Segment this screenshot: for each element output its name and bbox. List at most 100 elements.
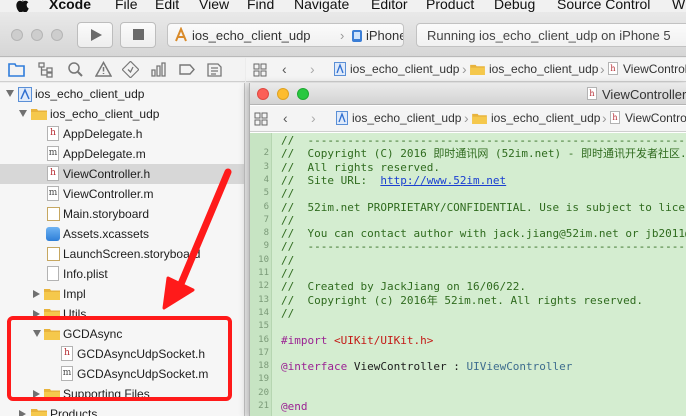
jump-bar-file[interactable]: ViewControlle xyxy=(623,62,686,76)
code-line: // xyxy=(281,307,294,320)
menu-editor[interactable]: Editor xyxy=(371,0,408,12)
tree-item-file[interactable]: h AppDelegate.h xyxy=(0,124,244,144)
scheme-separator: › xyxy=(340,28,345,43)
close-window-button[interactable] xyxy=(11,29,23,41)
line-number-gutter: 2 3 4 5 6 7 8 9 10 11 12 13 14 15 16 17 18 19 20 21 xyxy=(250,133,272,416)
code-line: // Site URL: http://www.52im.net xyxy=(281,174,506,187)
activity-status: Running ios_echo_client_udp on iPhone 5 xyxy=(416,23,686,47)
disclosure-closed-icon[interactable] xyxy=(33,290,40,298)
tree-item-group[interactable]: Utils xyxy=(0,304,244,324)
tree-item-group[interactable]: ios_echo_client_udp xyxy=(0,104,244,124)
line-number: 12 xyxy=(258,281,269,292)
forward-arrow-icon[interactable]: › xyxy=(311,110,316,126)
disclosure-closed-icon[interactable] xyxy=(33,390,40,398)
toolbar: ios_echo_client_udp › iPhone 5 Running i… xyxy=(0,12,686,57)
tree-item-label: GCDAsyncUdpSocket.m xyxy=(77,367,209,381)
related-items-icon[interactable] xyxy=(254,112,268,126)
tree-item-group[interactable]: Supporting Files xyxy=(0,384,244,404)
code-token: @end xyxy=(281,400,308,413)
back-arrow-icon[interactable]: ‹ xyxy=(283,110,288,126)
menu-source-control[interactable]: Source Control xyxy=(557,0,650,12)
tree-item-group[interactable]: Impl xyxy=(0,284,244,304)
code-string: <UIKit/UIKit.h> xyxy=(333,333,434,347)
zoom-window-button[interactable] xyxy=(51,29,63,41)
source-code-editor[interactable]: 2 3 4 5 6 7 8 9 10 11 12 13 14 15 16 17 18 19 20 21 // ----… xyxy=(250,133,686,416)
disclosure-open-icon[interactable] xyxy=(6,90,14,97)
breadcrumb-chevron-icon: › xyxy=(464,110,469,126)
tree-item-file[interactable]: h GCDAsyncUdpSocket.h xyxy=(0,344,244,364)
scheme-selector[interactable]: ios_echo_client_udp › iPhone 5 xyxy=(167,23,404,47)
find-navigator-icon[interactable] xyxy=(67,61,84,78)
tree-item-label: Supporting Files xyxy=(63,387,150,401)
menu-product[interactable]: Product xyxy=(426,0,474,12)
scheme-name: ios_echo_client_udp xyxy=(192,28,311,43)
report-navigator-icon[interactable] xyxy=(206,61,223,78)
menu-debug[interactable]: Debug xyxy=(494,0,535,12)
stop-button[interactable] xyxy=(120,22,156,48)
tree-item-label: Main.storyboard xyxy=(63,207,150,221)
zoom-window-button[interactable] xyxy=(297,88,309,100)
close-window-button[interactable] xyxy=(257,88,269,100)
code-token: @interface xyxy=(281,360,348,374)
editor-window-titlebar: h ViewController xyxy=(250,83,686,105)
tree-item-file[interactable]: Info.plist xyxy=(0,264,244,284)
related-items-icon[interactable] xyxy=(253,63,267,77)
jump-bar-group[interactable]: ios_echo_client_udp xyxy=(491,111,600,125)
debug-navigator-icon[interactable] xyxy=(150,61,167,78)
disclosure-closed-icon[interactable] xyxy=(19,410,26,416)
minimize-window-button[interactable] xyxy=(31,29,43,41)
tree-item-file-selected[interactable]: h ViewController.h xyxy=(0,164,244,184)
back-arrow-icon[interactable]: ‹ xyxy=(282,61,287,77)
editor-window: h ViewController ‹ › ios_echo_client_udp… xyxy=(249,83,686,416)
breakpoint-navigator-icon[interactable] xyxy=(178,61,195,78)
jump-bar-project[interactable]: ios_echo_client_udp xyxy=(350,62,459,76)
tree-item-file[interactable]: m GCDAsyncUdpSocket.m xyxy=(0,364,244,384)
project-navigator-icon[interactable] xyxy=(8,61,25,78)
menu-navigate[interactable]: Navigate xyxy=(294,0,349,12)
header-file-icon: h xyxy=(47,166,59,181)
tree-item-label: Products xyxy=(50,407,98,416)
xcode-app-icon xyxy=(175,27,187,42)
menu-find[interactable]: Find xyxy=(247,0,274,12)
folder-icon xyxy=(31,109,47,120)
tree-item-file[interactable]: LaunchScreen.storyboard xyxy=(0,244,244,264)
tree-item-group[interactable]: Products xyxy=(0,404,244,416)
tree-item-label: Info.plist xyxy=(63,267,108,281)
iphone-device-icon xyxy=(352,30,362,42)
code-link[interactable]: http://www.52im.net xyxy=(380,174,506,187)
forward-arrow-icon[interactable]: › xyxy=(310,61,315,77)
header-file-icon: h xyxy=(587,87,597,100)
menu-file[interactable]: File xyxy=(115,0,138,12)
tree-item-file[interactable]: Main.storyboard xyxy=(0,204,244,224)
tree-item-project[interactable]: ios_echo_client_udp xyxy=(0,84,244,104)
disclosure-closed-icon[interactable] xyxy=(33,310,40,318)
menu-view[interactable]: View xyxy=(199,0,229,12)
code-line: @end xyxy=(281,400,308,413)
tree-item-label: ios_echo_client_udp xyxy=(35,87,145,101)
menu-xcode[interactable]: Xcode xyxy=(49,0,91,12)
folder-icon xyxy=(31,409,47,416)
minimize-window-button[interactable] xyxy=(277,88,289,100)
folder-icon xyxy=(44,309,60,320)
disclosure-open-icon[interactable] xyxy=(19,110,27,117)
jump-bar-group[interactable]: ios_echo_client_udp xyxy=(489,62,598,76)
run-button[interactable] xyxy=(77,22,113,48)
issue-navigator-icon[interactable] xyxy=(95,61,112,78)
tree-item-file[interactable]: m ViewController.m xyxy=(0,184,244,204)
jump-bar-file[interactable]: ViewController.h xyxy=(625,111,686,125)
jump-bar-project[interactable]: ios_echo_client_udp xyxy=(352,111,461,125)
symbol-navigator-icon[interactable] xyxy=(37,61,54,78)
menu-edit[interactable]: Edit xyxy=(155,0,179,12)
code-token: // Copyright (C) 2016 即时通讯网 (52im.net) -… xyxy=(281,147,686,161)
disclosure-open-icon[interactable] xyxy=(33,330,41,337)
tree-item-file[interactable]: m AppDelegate.m xyxy=(0,144,244,164)
menu-window[interactable]: W xyxy=(672,0,685,12)
tree-item-file[interactable]: Assets.xcassets xyxy=(0,224,244,244)
code-token: // xyxy=(281,267,295,280)
tree-item-group[interactable]: GCDAsync xyxy=(0,324,244,344)
line-number: 10 xyxy=(258,254,269,265)
test-navigator-icon[interactable] xyxy=(122,61,139,78)
apple-icon[interactable] xyxy=(15,0,29,12)
folder-icon xyxy=(44,389,60,400)
tree-item-label: ios_echo_client_udp xyxy=(50,107,160,121)
